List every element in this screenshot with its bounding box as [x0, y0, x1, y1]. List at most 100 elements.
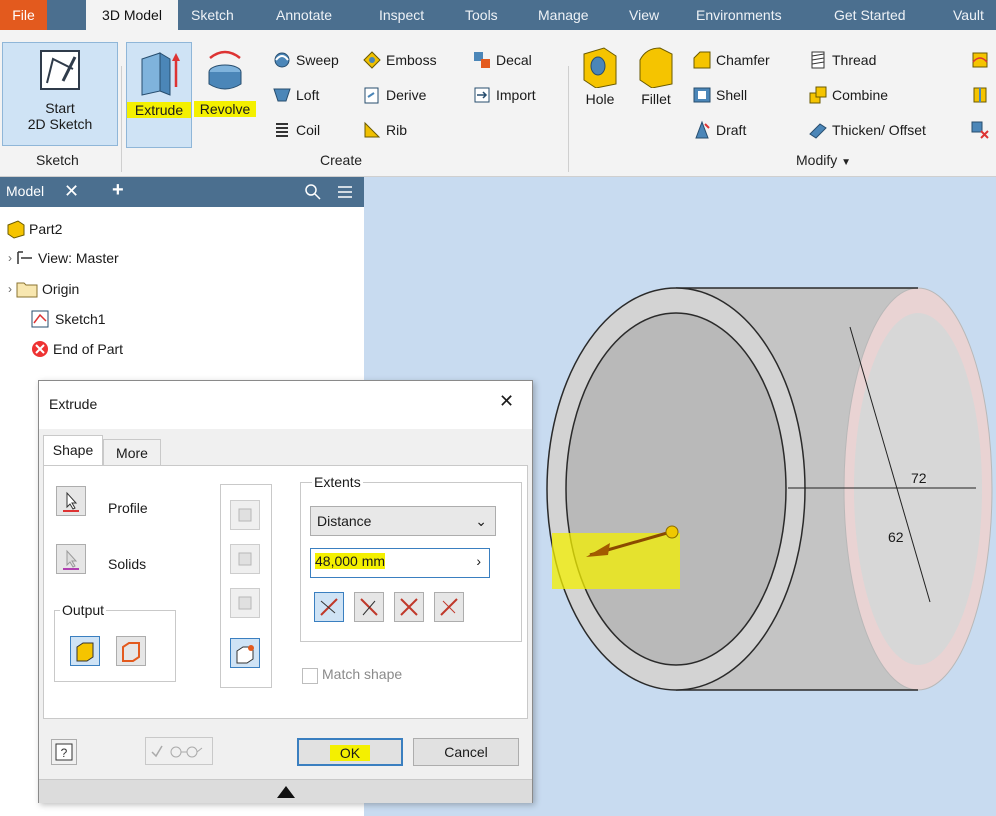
direction-icon: [440, 598, 458, 616]
import-button[interactable]: Import: [472, 85, 536, 105]
tab-vault[interactable]: Vault: [951, 0, 986, 30]
ok-button[interactable]: OK: [297, 738, 403, 766]
chamfer-button[interactable]: Chamfer: [692, 50, 770, 70]
extrude-button[interactable]: Extrude: [126, 42, 192, 148]
from-button[interactable]: [230, 500, 260, 530]
profile-select-button[interactable]: [56, 486, 86, 516]
expand-icon[interactable]: ›: [8, 251, 12, 265]
emboss-icon: [363, 51, 381, 69]
help-button[interactable]: ?: [51, 739, 77, 765]
face-icon: [238, 508, 252, 522]
hole-button[interactable]: Hole: [576, 44, 624, 107]
sweep-button[interactable]: Sweep: [272, 50, 339, 70]
tab-annotate[interactable]: Annotate: [274, 0, 334, 30]
start-label: Start: [45, 100, 75, 116]
tab-inspect[interactable]: Inspect: [377, 0, 426, 30]
extents-type-select[interactable]: Distance ⌄: [310, 506, 496, 536]
tree-item-end-of-part[interactable]: End of Part: [30, 339, 123, 359]
import-label: Import: [496, 87, 536, 103]
modify-panel-label[interactable]: Modify ▼: [796, 152, 851, 168]
sketch-panel-label: Sketch: [36, 152, 79, 168]
match-shape-checkbox[interactable]: [302, 668, 318, 684]
fillet-button[interactable]: Fillet: [630, 44, 682, 107]
combine-button[interactable]: Combine: [808, 85, 888, 105]
tab-3d-model[interactable]: 3D Model: [86, 0, 178, 30]
preview-toggle[interactable]: [145, 737, 213, 765]
expand-arrow-icon[interactable]: [275, 784, 297, 800]
coil-button[interactable]: Coil: [272, 120, 320, 140]
output-solid-button[interactable]: [70, 636, 100, 666]
tab-more[interactable]: More: [103, 439, 161, 466]
thicken-offset-button[interactable]: Thicken/ Offset: [808, 120, 926, 140]
chevron-down-icon: ⌄: [475, 513, 487, 529]
decal-button[interactable]: Decal: [472, 50, 532, 70]
face-icon: [238, 552, 252, 566]
join-button[interactable]: [230, 638, 260, 668]
tree-item-view[interactable]: › View: Master: [8, 249, 119, 267]
direction-flipped-button[interactable]: [354, 592, 384, 622]
tab-view[interactable]: View: [627, 0, 661, 30]
search-icon[interactable]: [304, 183, 322, 201]
direction-symmetric-button[interactable]: [394, 592, 424, 622]
output-surface-button[interactable]: [116, 636, 146, 666]
tree-item-origin[interactable]: › Origin: [8, 279, 79, 299]
derive-label: Derive: [386, 87, 427, 103]
expand-icon[interactable]: ›: [8, 282, 12, 296]
tab-model[interactable]: Model: [6, 183, 44, 199]
dimension-inner-label[interactable]: 62: [888, 529, 904, 545]
solids-select-button[interactable]: [56, 544, 86, 574]
tree-item-part[interactable]: Part2: [6, 219, 62, 239]
loft-icon: [273, 88, 291, 102]
decal-label: Decal: [496, 52, 532, 68]
close-icon[interactable]: ✕: [64, 181, 79, 202]
surface-icon: [122, 642, 140, 662]
dialog-title: Extrude: [49, 396, 98, 412]
dropdown-caret-icon: ▼: [841, 157, 852, 168]
more-tool-1[interactable]: [970, 50, 990, 70]
tab-manage[interactable]: Manage: [536, 0, 591, 30]
tree-item-label: Sketch1: [55, 311, 106, 327]
tab-environments[interactable]: Environments: [694, 0, 784, 30]
sweep-icon: [274, 52, 290, 68]
menu-icon[interactable]: [336, 184, 354, 200]
thread-label: Thread: [832, 52, 877, 68]
draft-button[interactable]: Draft: [692, 120, 746, 140]
chevron-right-icon[interactable]: ›: [476, 553, 481, 569]
ribbon: Start 2D Sketch Sketch Extrude Revolve S…: [0, 30, 996, 177]
tab-tools[interactable]: Tools: [463, 0, 500, 30]
tree-item-sketch1[interactable]: Sketch1: [30, 309, 106, 329]
join-icon: [236, 645, 254, 664]
terminator-button[interactable]: [230, 588, 260, 618]
to-button[interactable]: [230, 544, 260, 574]
more-tool-3[interactable]: [970, 120, 990, 140]
dimension-outer-label[interactable]: 72: [911, 470, 927, 486]
tab-file[interactable]: File: [0, 0, 47, 30]
revolve-button[interactable]: Revolve: [194, 42, 256, 148]
draft-label: Draft: [716, 122, 747, 138]
coil-icon: [276, 123, 288, 137]
tab-shape[interactable]: Shape: [43, 435, 103, 466]
rib-button[interactable]: Rib: [362, 120, 407, 140]
tab-sketch[interactable]: Sketch: [189, 0, 236, 30]
direction-icon: [320, 598, 338, 616]
separator: [121, 66, 122, 172]
tab-get-started[interactable]: Get Started: [832, 0, 908, 30]
loft-button[interactable]: Loft: [272, 85, 319, 105]
dialog-titlebar: Extrude ✕: [39, 381, 532, 429]
shell-button[interactable]: Shell: [692, 85, 747, 105]
add-tab-icon[interactable]: +: [112, 179, 124, 202]
thicken-offset-label: Thicken/ Offset: [832, 122, 926, 138]
start-2d-sketch-button[interactable]: Start 2D Sketch: [2, 42, 118, 146]
cancel-button[interactable]: Cancel: [413, 738, 519, 766]
thread-button[interactable]: Thread: [808, 50, 876, 70]
more-tool-2[interactable]: [970, 85, 990, 105]
close-icon[interactable]: ✕: [499, 391, 514, 412]
thread-icon: [811, 51, 825, 69]
direction-asymmetric-button[interactable]: [434, 592, 464, 622]
loft-label: Loft: [296, 87, 320, 103]
direction-default-button[interactable]: [314, 592, 344, 622]
emboss-button[interactable]: Emboss: [362, 50, 437, 70]
distance-input[interactable]: 48,000 mm ›: [310, 548, 490, 578]
derive-button[interactable]: Derive: [362, 85, 426, 105]
tree-item-label: Part2: [29, 221, 63, 237]
